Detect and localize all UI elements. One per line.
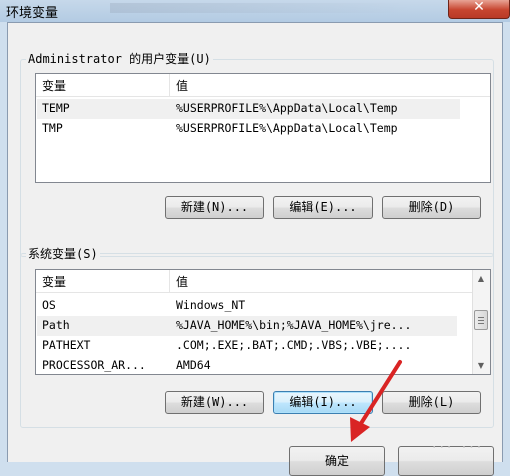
column-header-variable[interactable]: 变量 — [42, 77, 66, 94]
variable-value: AMD64 — [176, 358, 211, 372]
variable-name: PATHEXT — [42, 338, 91, 352]
variable-name: TEMP — [42, 101, 70, 115]
close-button[interactable]: ✕ — [448, 0, 510, 19]
user-edit-button[interactable]: 编辑(E)... — [273, 196, 373, 219]
system-variable-row[interactable]: Path %JAVA_HOME%\bin;%JAVA_HOME%\jre... — [37, 316, 457, 336]
title-background-blur — [110, 3, 410, 13]
variable-name: Path — [42, 318, 70, 332]
column-separator[interactable] — [169, 270, 170, 292]
variable-value: %USERPROFILE%\AppData\Local\Temp — [176, 121, 398, 135]
system-new-button[interactable]: 新建(W)... — [165, 391, 264, 414]
grip-line — [478, 317, 484, 318]
grip-line — [478, 323, 484, 324]
system-delete-button[interactable]: 删除(L) — [382, 391, 481, 414]
system-edit-button[interactable]: 编辑(I)... — [273, 391, 373, 414]
system-variable-row[interactable]: PROCESSOR_AR... AMD64 — [37, 356, 457, 374]
variable-name: PROCESSOR_AR... — [42, 358, 146, 372]
ok-button[interactable]: 确定 — [289, 446, 385, 476]
watermark: ··· ··· — [432, 440, 485, 456]
variable-value: .COM;.EXE;.BAT;.CMD;.VBS;.VBE;.... — [176, 338, 412, 352]
user-variables-header: 变量 值 — [36, 74, 490, 97]
user-variable-row[interactable]: TMP %USERPROFILE%\AppData\Local\Temp — [37, 119, 460, 139]
user-new-button[interactable]: 新建(N)... — [165, 196, 264, 219]
user-delete-button[interactable]: 删除(D) — [382, 196, 481, 219]
system-variables-label: 系统变量(S) — [26, 245, 100, 262]
column-separator[interactable] — [169, 74, 170, 96]
window-title: 环境变量 — [6, 6, 59, 21]
grip-line — [478, 320, 484, 321]
variable-value: %JAVA_HOME%\bin;%JAVA_HOME%\jre... — [176, 318, 412, 332]
column-header-value[interactable]: 值 — [176, 273, 188, 290]
variable-value: Windows_NT — [176, 298, 246, 312]
user-variables-label: Administrator 的用户变量(U) — [26, 50, 213, 67]
variable-name: TMP — [42, 121, 63, 135]
dialog-client-area: Administrator 的用户变量(U) 变量 值 TEMP %USERPR… — [7, 22, 503, 476]
system-variable-row[interactable]: OS Windows_NT — [37, 296, 457, 316]
scroll-up-arrow-icon[interactable]: ▲ — [473, 270, 489, 287]
column-header-variable[interactable]: 变量 — [42, 273, 66, 290]
user-variable-row[interactable]: TEMP %USERPROFILE%\AppData\Local\Temp — [37, 99, 460, 119]
variable-value: %USERPROFILE%\AppData\Local\Temp — [176, 101, 398, 115]
scroll-down-arrow-icon[interactable]: ▼ — [473, 357, 489, 374]
scrollbar-thumb[interactable] — [474, 310, 488, 330]
system-variable-row[interactable]: PATHEXT .COM;.EXE;.BAT;.CMD;.VBS;.VBE;..… — [37, 336, 457, 356]
user-variables-list[interactable]: 变量 值 TEMP %USERPROFILE%\AppData\Local\Te… — [35, 73, 491, 183]
vertical-scrollbar[interactable]: ▲ ▼ — [472, 270, 490, 374]
column-header-value[interactable]: 值 — [176, 77, 188, 94]
close-icon: ✕ — [473, 0, 485, 15]
variable-name: OS — [42, 298, 56, 312]
system-variables-header: 变量 值 — [36, 270, 490, 293]
system-variables-list[interactable]: 变量 值 OS Windows_NT Path %JAVA_HOME%\bin;… — [35, 269, 491, 375]
title-bar: 环境变量 ✕ — [0, 0, 510, 22]
